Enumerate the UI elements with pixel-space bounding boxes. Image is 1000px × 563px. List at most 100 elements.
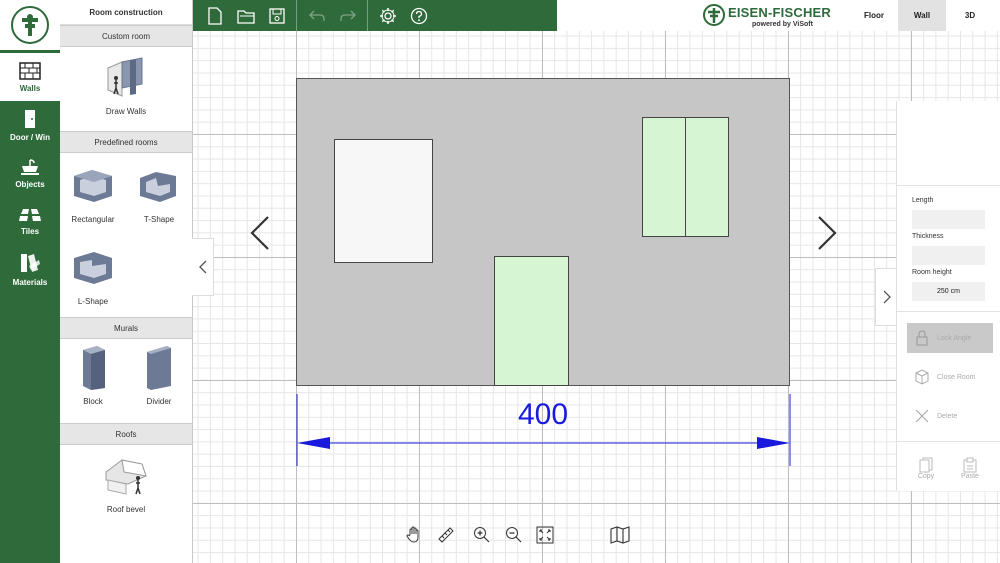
close-room-button[interactable]: Close Room [907, 362, 993, 392]
paste-button[interactable]: Paste [955, 457, 985, 480]
length-field[interactable] [912, 210, 985, 229]
app-logo [0, 0, 60, 50]
new-file-button[interactable] [199, 0, 230, 31]
section-roofs: Roof bevel [60, 445, 192, 535]
catalog-item-draw-walls[interactable]: Draw Walls [93, 53, 159, 116]
paste-label: Paste [961, 473, 979, 480]
catalog-item-l-shape[interactable]: L-Shape [60, 243, 126, 306]
left-nav-rail: Walls Door / Win Objects Tiles Materials [0, 0, 60, 563]
lock-angle-label: Lock Angle [937, 334, 972, 342]
zoom-in-icon [474, 527, 490, 543]
dimension-value: 400 [517, 398, 569, 431]
delete-button[interactable]: Delete [907, 401, 993, 431]
panel-divider [897, 311, 1000, 312]
help-button[interactable] [403, 0, 434, 31]
previous-wall-arrow[interactable] [248, 215, 272, 251]
paste-icon [963, 457, 977, 473]
collapse-properties-toggle[interactable] [875, 268, 897, 326]
zoom-in-button[interactable] [471, 524, 493, 546]
rail-label-tiles: Tiles [20, 226, 40, 236]
panel-divider [897, 441, 1000, 442]
chevron-right-icon [883, 290, 891, 304]
brand-block: EISEN-FISCHER powered by ViSoft [700, 3, 840, 31]
copy-button[interactable]: Copy [911, 457, 941, 480]
rail-item-tiles[interactable]: Tiles [0, 197, 60, 245]
tab-wall[interactable]: Wall [898, 0, 946, 31]
delete-label: Delete [937, 412, 958, 420]
redo-button[interactable] [332, 0, 363, 31]
fit-view-icon [536, 526, 554, 544]
section-header-murals: Murals [60, 317, 192, 339]
rail-item-door-win[interactable]: Door / Win [0, 101, 60, 149]
save-icon [268, 7, 285, 24]
catalog-item-roof-bevel[interactable]: Roof bevel [93, 451, 159, 514]
zoom-out-button[interactable] [503, 524, 525, 546]
window-mullion [685, 117, 686, 237]
roof-bevel-thumbnail [101, 451, 151, 501]
room-height-label: Room height [912, 269, 952, 276]
panel-divider [897, 185, 1000, 186]
open-folder-button[interactable] [230, 0, 261, 31]
rail-item-objects[interactable]: Objects [0, 149, 60, 197]
undo-icon [308, 10, 325, 21]
brand-name: EISEN-FISCHER [728, 5, 832, 20]
tab-floor[interactable]: Floor [850, 0, 898, 31]
redo-icon [339, 10, 356, 21]
logo-emblem-icon [11, 6, 49, 44]
toolbar-divider [367, 0, 368, 31]
close-icon [907, 409, 937, 423]
undo-button[interactable] [301, 0, 332, 31]
l-shape-label: L-Shape [77, 297, 109, 306]
copy-icon [919, 457, 933, 473]
l-shape-room-thumbnail [68, 243, 118, 293]
roof-bevel-label: Roof bevel [106, 505, 146, 514]
section-header-custom-room: Custom room [60, 25, 192, 47]
save-button[interactable] [261, 0, 292, 31]
properties-panel: Length Thickness Room height 250 cm Lock… [896, 101, 1000, 491]
draw-walls-label: Draw Walls [105, 107, 147, 116]
rail-label-objects: Objects [15, 179, 45, 189]
thickness-label: Thickness [912, 233, 944, 240]
section-predefined-rooms: Rectangular T-Shape L-Shape [60, 153, 192, 317]
materials-icon [21, 253, 40, 272]
tiles-icon [19, 208, 41, 221]
catalog-item-rectangular[interactable]: Rectangular [60, 161, 126, 224]
section-custom-room: Draw Walls [60, 47, 192, 131]
toolbar-divider [296, 0, 297, 31]
catalog-item-t-shape[interactable]: T-Shape [126, 161, 192, 224]
divider-label: Divider [146, 397, 172, 406]
brand-subtitle: powered by ViSoft [752, 21, 813, 28]
rail-item-walls[interactable]: Walls [0, 53, 60, 101]
settings-button[interactable] [372, 0, 403, 31]
lock-angle-button[interactable]: Lock Angle [907, 323, 993, 353]
wall-opening-white[interactable] [334, 139, 433, 263]
open-folder-icon [236, 9, 255, 24]
catalog-panel: Room construction Custom room Draw Walls… [60, 0, 193, 563]
catalog-item-block[interactable]: Block [60, 343, 126, 406]
lock-icon [907, 330, 937, 346]
section-murals: Block Divider [60, 339, 192, 423]
divider-thumbnail [134, 343, 184, 393]
length-label: Length [912, 197, 934, 204]
top-toolbar [193, 0, 557, 31]
rectangular-room-thumbnail [68, 161, 118, 211]
next-wall-arrow[interactable] [815, 215, 839, 251]
collapse-catalog-toggle[interactable] [192, 238, 214, 296]
measure-button[interactable] [435, 524, 457, 546]
fit-view-button[interactable] [534, 524, 556, 546]
room-height-field[interactable]: 250 cm [912, 282, 985, 301]
rail-item-materials[interactable]: Materials [0, 245, 60, 293]
zoom-out-icon [506, 527, 522, 543]
thickness-field[interactable] [912, 246, 985, 265]
map-button[interactable] [609, 524, 631, 546]
rail-label-materials: Materials [12, 277, 48, 287]
walls-icon [19, 61, 41, 80]
draw-walls-thumbnail [101, 53, 151, 103]
block-label: Block [83, 397, 103, 406]
close-room-label: Close Room [937, 373, 976, 381]
section-header-roofs: Roofs [60, 423, 192, 445]
pan-hand-button[interactable] [403, 524, 425, 546]
tab-3d[interactable]: 3D [946, 0, 994, 31]
door-opening[interactable] [494, 256, 569, 386]
catalog-item-divider[interactable]: Divider [126, 343, 192, 406]
